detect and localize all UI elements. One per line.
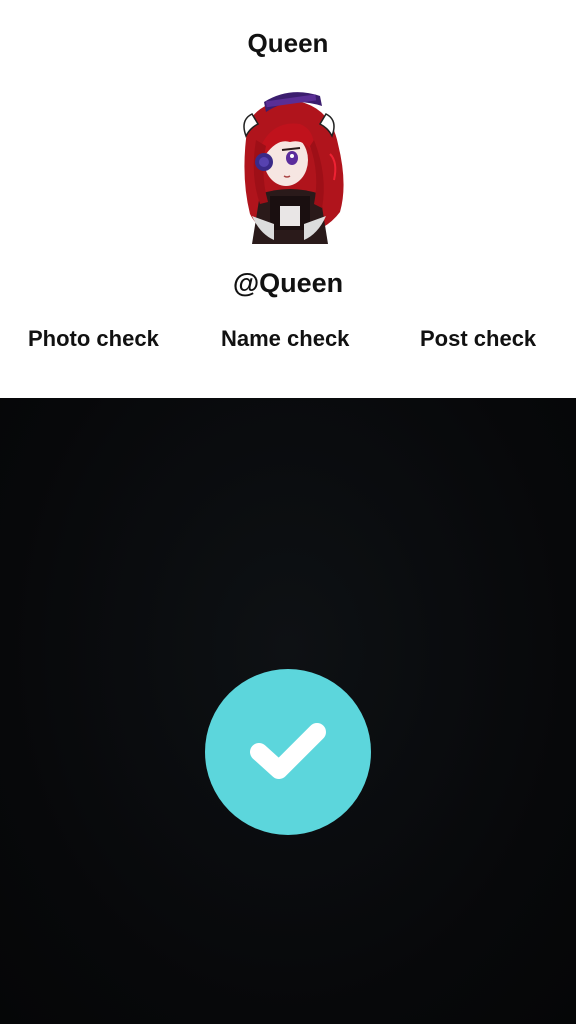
check-button[interactable] [205, 669, 371, 835]
tab-name-check[interactable]: Name check [221, 326, 349, 352]
profile-title: Queen [247, 28, 329, 58]
profile-card: Queen @Queen Photo check Name check Post… [0, 0, 576, 398]
profile-handle: @Queen [232, 268, 344, 298]
tab-photo-check[interactable]: Photo check [28, 326, 159, 352]
avatar[interactable] [230, 84, 348, 244]
tab-post-check[interactable]: Post check [420, 326, 536, 352]
avatar-anime-character-icon [243, 92, 344, 244]
result-panel [0, 398, 576, 1024]
page: Queen @Queen Photo check Name check Post… [0, 0, 576, 1024]
check-tabs: Photo check Name check Post check [0, 326, 576, 358]
check-icon [250, 723, 326, 779]
